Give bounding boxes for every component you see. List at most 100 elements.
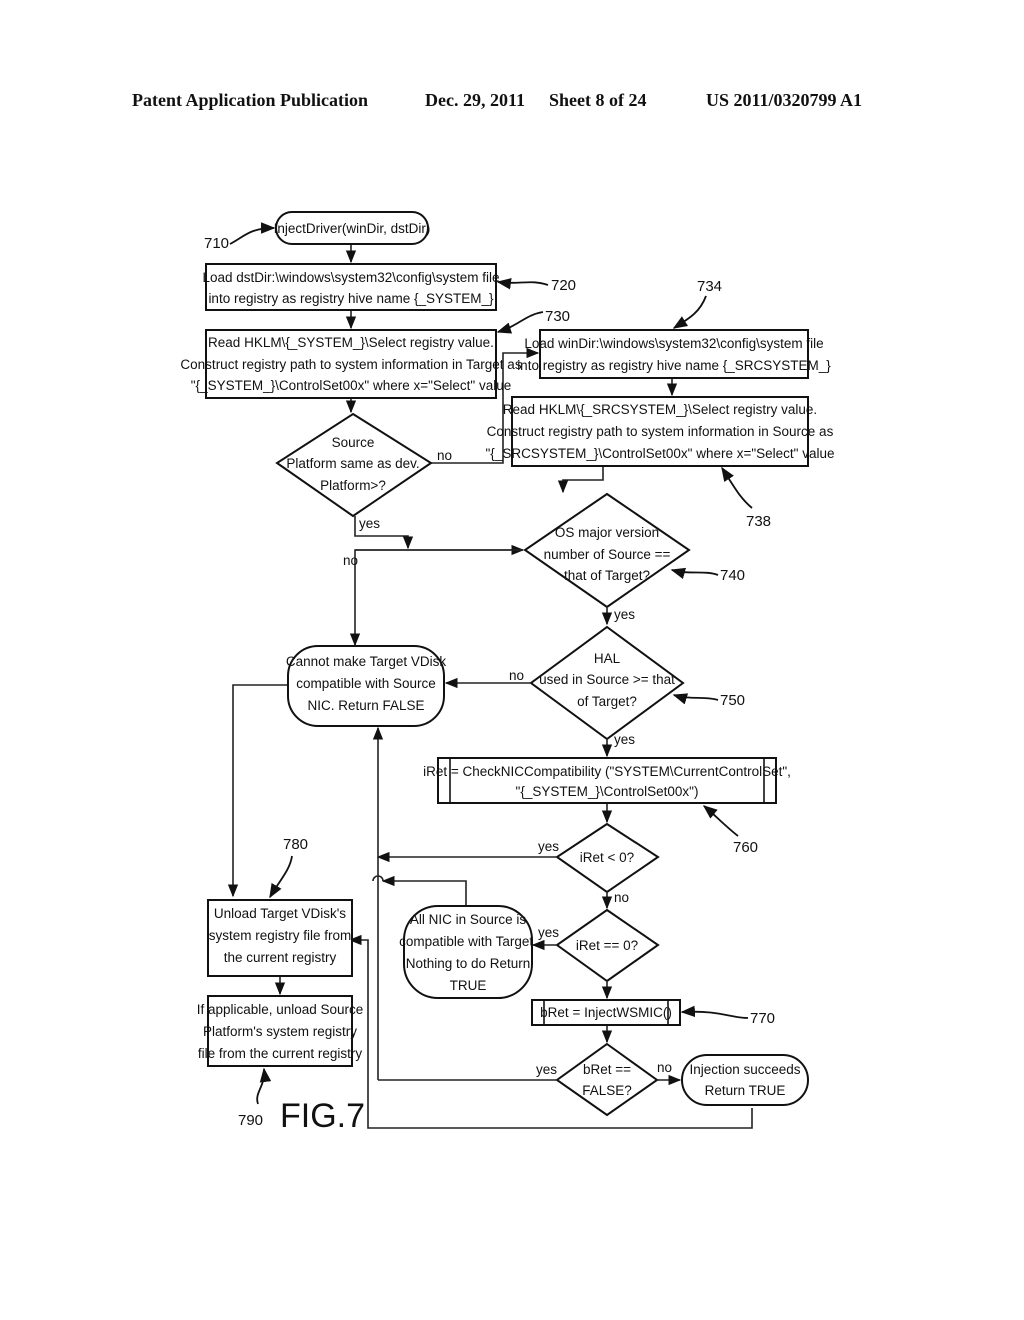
ref-760: 760: [702, 805, 758, 856]
node-text: 720: [551, 277, 576, 294]
node-load-src: Load winDir:\windows\system32\config\sys…: [517, 329, 831, 379]
node-text: Read HKLM\{_SRCSYSTEM_}\Select registry …: [503, 402, 817, 417]
node-text: 730: [545, 308, 570, 325]
node-text: iRet < 0?: [580, 850, 634, 865]
ref-740: 740: [670, 567, 745, 584]
label-bret-yes: yes: [536, 1062, 557, 1077]
ref-710: 710: [204, 222, 276, 252]
node-unload-target: Unload Target VDisk's system registry fi…: [207, 899, 353, 977]
node-text: 750: [720, 692, 745, 709]
ref-720: 720: [496, 277, 576, 294]
node-text: OS major version: [555, 525, 659, 540]
node-text: Platform>?: [320, 478, 386, 493]
label-ireteq-yes: yes: [538, 925, 559, 940]
ref-734: 734: [672, 278, 722, 329]
node-text: 738: [746, 513, 771, 530]
node-text: FALSE?: [582, 1083, 632, 1098]
edge-os-no: [349, 549, 523, 647]
node-text: into registry as registry hive name {_SY…: [208, 291, 494, 306]
node-text: "{_SYSTEM_}\ControlSet00x"): [516, 784, 699, 799]
label-bret-no: no: [657, 1060, 672, 1075]
node-text: HAL: [594, 651, 621, 666]
node-iret-lt: iRet < 0?: [555, 822, 660, 894]
label-hal-no: no: [509, 668, 524, 683]
node-text: iRet = CheckNICCompatibility ("SYSTEM\Cu…: [423, 764, 791, 779]
node-bret-check: bRet == FALSE?: [555, 1042, 659, 1117]
edge-readsrc-to-os: [557, 466, 604, 494]
node-text: Cannot make Target VDisk: [286, 654, 447, 669]
label-hal-yes: yes: [614, 732, 635, 747]
node-text: Load winDir:\windows\system32\config\sys…: [524, 336, 823, 351]
ref-770: 770: [680, 1005, 775, 1027]
ref-790: 790: [238, 1067, 272, 1129]
node-text: into registry as registry hive name {_SR…: [517, 358, 831, 373]
node-text: 780: [283, 836, 308, 853]
node-text: the current registry: [224, 950, 337, 965]
node-text: Nothing to do Return: [406, 956, 531, 971]
node-check-nic: iRet = CheckNICCompatibility ("SYSTEM\Cu…: [423, 757, 791, 804]
node-iret-eq: iRet == 0?: [555, 908, 660, 983]
node-read-source: Read HKLM\{_SRCSYSTEM_}\Select registry …: [486, 396, 835, 467]
node-text: bRet = InjectWSMIC(): [540, 1005, 672, 1020]
node-text: iRet == 0?: [576, 938, 638, 953]
node-text: 734: [697, 278, 722, 295]
ref-730: 730: [496, 308, 570, 334]
node-all-nic: All NIC in Source is compatible with Tar…: [399, 905, 537, 999]
node-text: Read HKLM\{_SYSTEM_}\Select registry val…: [208, 335, 494, 350]
node-text: Return TRUE: [705, 1083, 786, 1098]
node-text: Injection succeeds: [689, 1062, 800, 1077]
ref-780: 780: [269, 836, 308, 899]
flowchart: InjectDriver(winDir, dstDir) Load dstDir…: [180, 211, 835, 1135]
node-text: Platform's system registry: [203, 1024, 357, 1039]
node-text: TRUE: [450, 978, 487, 993]
node-unload-source: If applicable, unload Source Platform's …: [197, 995, 364, 1067]
node-hal-check: HAL used in Source >= that of Target?: [529, 625, 685, 741]
node-text: used in Source >= that: [539, 672, 675, 687]
node-text: "{_SRCSYSTEM_}\ControlSet00x" where x="S…: [486, 446, 835, 461]
node-text: of Target?: [577, 694, 637, 709]
node-text: bRet ==: [583, 1062, 631, 1077]
figure-label: FIG.7: [280, 1097, 365, 1135]
node-cannot: Cannot make Target VDisk compatible with…: [286, 645, 447, 727]
label-platform-yes: yes: [359, 516, 380, 531]
node-text: Load dstDir:\windows\system32\config\sys…: [202, 270, 499, 285]
node-text: Source: [332, 435, 375, 450]
node-text: InjectDriver(winDir, dstDir): [274, 221, 431, 236]
node-platform-check: Source Platform same as dev. Platform>?: [275, 412, 433, 518]
node-text: Construct registry path to system inform…: [180, 357, 521, 372]
node-text: NIC. Return FALSE: [307, 698, 424, 713]
node-text: compatible with Source: [296, 676, 436, 691]
node-text: that of Target?: [564, 568, 650, 583]
ref-750: 750: [672, 692, 745, 709]
node-text: Platform same as dev.: [286, 456, 419, 471]
node-read-target: Read HKLM\{_SYSTEM_}\Select registry val…: [180, 329, 522, 399]
node-text: 790: [238, 1112, 263, 1129]
label-iretlt-yes: yes: [538, 839, 559, 854]
label-platform-no: no: [437, 448, 452, 463]
node-success: Injection succeeds Return TRUE: [681, 1054, 809, 1106]
node-start: InjectDriver(winDir, dstDir): [274, 211, 431, 245]
label-iretlt-no: no: [614, 890, 629, 905]
edge-allnic-to-unload: [381, 875, 467, 906]
node-text: All NIC in Source is: [410, 912, 527, 927]
node-text: 740: [720, 567, 745, 584]
node-load-dst: Load dstDir:\windows\system32\config\sys…: [202, 263, 500, 311]
node-text: 710: [204, 235, 229, 252]
node-text: If applicable, unload Source: [197, 1002, 364, 1017]
node-text: file from the current registry: [198, 1046, 363, 1061]
edge-cannot-to-unload: [227, 684, 290, 898]
node-text: InjectDriver(winDir, dstDir): [274, 221, 431, 236]
node-text: Unload Target VDisk's: [214, 906, 346, 921]
node-text: 770: [750, 1010, 775, 1027]
node-text: compatible with Target.: [399, 934, 537, 949]
node-text: "{_SYSTEM_}\ControlSet00x" where x="Sele…: [191, 378, 511, 393]
ref-738: 738: [721, 466, 771, 530]
node-os-check: OS major version number of Source == tha…: [523, 492, 691, 609]
node-inject: bRet = InjectWSMIC(): [531, 999, 681, 1026]
node-text: number of Source ==: [544, 547, 671, 562]
label-os-no: no: [343, 553, 358, 568]
node-text: 760: [733, 839, 758, 856]
node-text: system registry file from: [209, 928, 352, 943]
label-os-yes: yes: [614, 607, 635, 622]
node-text: Construct registry path to system inform…: [487, 424, 834, 439]
